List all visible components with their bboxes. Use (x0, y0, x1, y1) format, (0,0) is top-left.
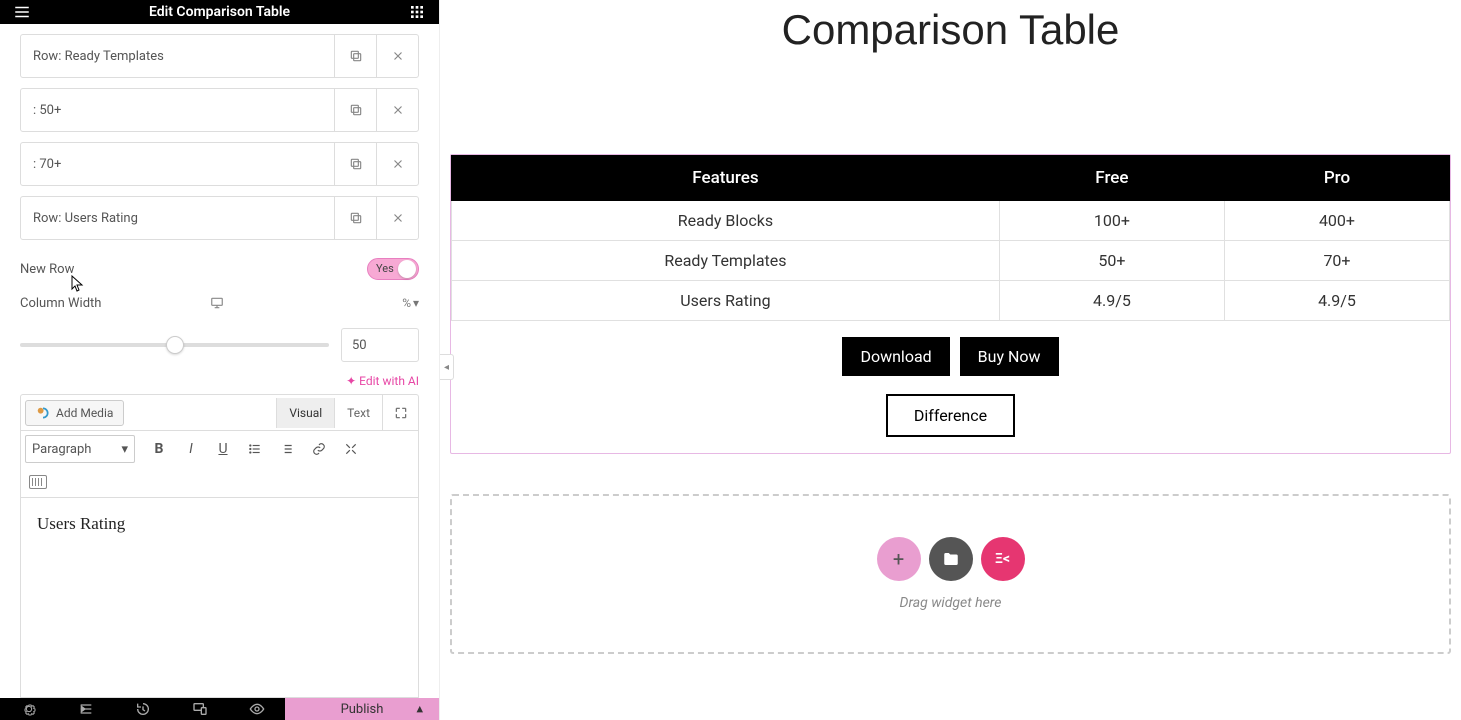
close-icon[interactable] (376, 143, 418, 185)
table-header: Features (452, 156, 1000, 201)
chevron-down-icon: ▾ (121, 442, 128, 457)
page-title: Comparison Table (440, 6, 1461, 54)
table-row: Ready Templates50+70+ (452, 241, 1450, 281)
column-width-slider[interactable] (20, 343, 329, 347)
widget-drop-zone[interactable]: + Ξ< Drag widget here (450, 494, 1451, 654)
navigator-icon[interactable] (57, 698, 114, 720)
duplicate-icon[interactable] (334, 197, 376, 239)
bullet-list-button[interactable] (239, 433, 271, 465)
row-label: Row: Ready Templates (21, 35, 334, 77)
keyboard-icon[interactable] (29, 475, 47, 489)
difference-button[interactable]: Difference (886, 394, 1015, 437)
chevron-up-icon[interactable]: ▴ (416, 702, 423, 717)
table-row: Users Rating4.9/54.9/5 (452, 281, 1450, 321)
comparison-table: Features Free Pro Ready Blocks100+400+ R… (451, 155, 1450, 321)
duplicate-icon[interactable] (334, 143, 376, 185)
row-item[interactable]: Row: Users Rating (20, 196, 419, 240)
row-item[interactable]: : 50+ (20, 88, 419, 132)
slider-thumb[interactable] (166, 336, 184, 354)
new-row-toggle[interactable]: Yes (367, 258, 419, 280)
fullscreen-icon[interactable] (382, 395, 418, 431)
row-item[interactable]: : 70+ (20, 142, 419, 186)
bold-button[interactable]: B (143, 433, 175, 465)
template-library-button[interactable] (929, 537, 973, 581)
sidebar-footer: Publish ▴ (0, 698, 439, 720)
responsive-icon[interactable] (171, 698, 228, 720)
tab-text[interactable]: Text (334, 398, 382, 428)
preview-icon[interactable] (228, 698, 285, 720)
publish-button[interactable]: Publish ▴ (285, 698, 439, 720)
link-button[interactable] (303, 433, 335, 465)
add-widget-button[interactable]: + (877, 537, 921, 581)
editor-sidebar: Edit Comparison Table Row: Ready Templat… (0, 0, 440, 720)
table-header: Free (999, 156, 1224, 201)
expand-button[interactable] (335, 433, 367, 465)
collapse-sidebar-handle[interactable]: ◂ (440, 354, 454, 380)
italic-button[interactable]: I (175, 433, 207, 465)
download-button[interactable]: Download (842, 337, 949, 376)
duplicate-icon[interactable] (334, 89, 376, 131)
row-label: : 70+ (21, 143, 334, 185)
elementskit-button[interactable]: Ξ< (981, 537, 1025, 581)
row-label: Row: Users Rating (21, 197, 334, 239)
toggle-knob (398, 260, 416, 278)
chevron-down-icon: ▾ (413, 296, 419, 310)
close-icon[interactable] (376, 89, 418, 131)
column-width-label: Column Width (20, 296, 198, 311)
numbered-list-button[interactable] (271, 433, 303, 465)
new-row-label: New Row (20, 262, 367, 277)
close-icon[interactable] (376, 35, 418, 77)
duplicate-icon[interactable] (334, 35, 376, 77)
row-item[interactable]: Row: Ready Templates (20, 34, 419, 78)
history-icon[interactable] (114, 698, 171, 720)
rows-list: Row: Ready Templates : 50+ : 70+ Row: Us… (0, 24, 439, 240)
drop-zone-text: Drag widget here (900, 595, 1002, 611)
tab-visual[interactable]: Visual (276, 398, 334, 428)
preview-canvas: ◂ Comparison Table Features Free Pro Rea… (440, 0, 1461, 720)
format-select[interactable]: Paragraph▾ (25, 435, 135, 463)
rich-editor-toolbar: Add Media Visual Text Paragraph▾ B I U (20, 394, 419, 498)
column-width-input[interactable] (341, 328, 419, 362)
apps-icon[interactable] (407, 2, 427, 22)
sidebar-title: Edit Comparison Table (32, 4, 407, 20)
sidebar-header: Edit Comparison Table (0, 0, 439, 24)
table-row: Ready Blocks100+400+ (452, 201, 1450, 241)
close-icon[interactable] (376, 197, 418, 239)
desktop-icon[interactable] (210, 296, 224, 310)
buy-now-button[interactable]: Buy Now (960, 337, 1059, 376)
table-header: Pro (1224, 156, 1449, 201)
media-icon (36, 406, 50, 420)
unit-select[interactable]: % ▾ (402, 296, 419, 310)
settings-icon[interactable] (0, 698, 57, 720)
underline-button[interactable]: U (207, 433, 239, 465)
menu-icon[interactable] (12, 2, 32, 22)
row-settings: New Row Yes Column Width % ▾ ✦ Edit with… (0, 240, 439, 698)
content-editor[interactable]: Users Rating (20, 498, 419, 698)
edit-with-ai-link[interactable]: ✦ Edit with AI (20, 374, 419, 388)
row-label: : 50+ (21, 89, 334, 131)
comparison-table-widget[interactable]: Features Free Pro Ready Blocks100+400+ R… (450, 154, 1451, 454)
add-media-button[interactable]: Add Media (25, 400, 124, 426)
